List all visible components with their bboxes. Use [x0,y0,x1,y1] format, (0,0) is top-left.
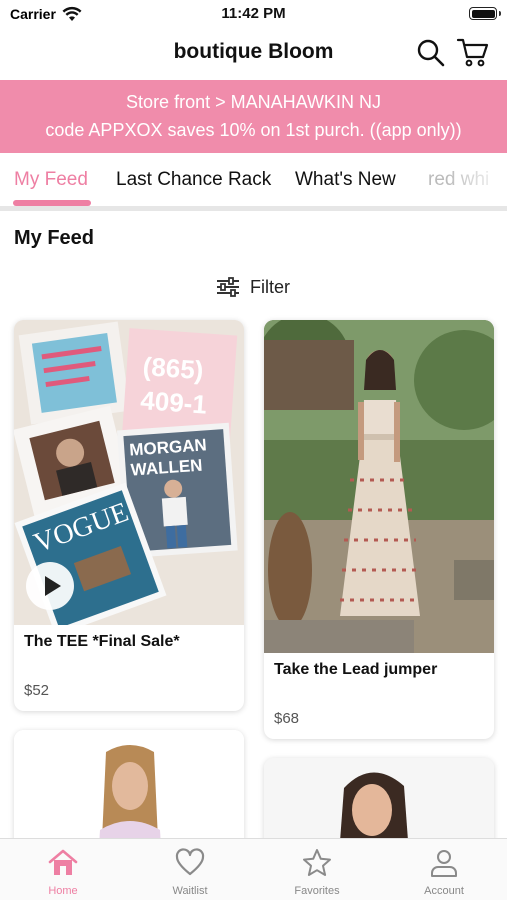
clock: 11:42 PM [221,5,286,22]
tab-my-feed[interactable]: My Feed [14,169,88,191]
bottom-tab-bar: Home Waitlist Favorites Account [0,838,507,900]
nav-home-label: Home [48,885,78,897]
status-bar: Carrier 11:42 PM [0,0,507,30]
banner-store-line: Store front > MANAHAWKIN NJ [126,92,381,112]
tabs-fade-overlay [447,153,507,206]
tab-whats-new[interactable]: What's New [295,169,396,191]
search-icon[interactable] [416,38,446,68]
shirt-text-phone: (865) [142,351,205,385]
app-header: boutique Bloom [0,30,507,78]
nav-home[interactable]: Home [0,839,126,900]
account-icon [431,850,457,877]
product-card[interactable]: Take the Lead jumper $68 [264,320,494,739]
jumpsuit-photo [264,320,494,653]
sliders-icon [217,277,239,297]
product-price: $68 [274,710,300,727]
product-price: $52 [24,682,50,699]
cart-icon[interactable] [456,36,490,68]
product-image: (865) 409-1 MORGAN WALLEN VOGUE [14,320,244,625]
banner-code-line: code APPXOX saves 10% on 1st purch. ((ap… [45,120,462,140]
heart-icon [175,848,205,876]
nav-waitlist[interactable]: Waitlist [127,839,253,900]
promo-banner[interactable]: Store front > MANAHAWKIN NJ code APPXOX … [0,80,507,153]
category-tabs: My Feed Last Chance Rack What's New red … [0,153,507,211]
nav-account-label: Account [424,885,464,897]
nav-waitlist-label: Waitlist [172,885,208,897]
tab-last-chance-rack[interactable]: Last Chance Rack [116,169,271,191]
video-play-icon[interactable] [26,562,74,610]
active-tab-indicator [13,200,91,206]
filter-button[interactable]: Filter [216,274,290,300]
product-name: The TEE *Final Sale* [24,633,180,650]
product-image [264,320,494,653]
nav-account[interactable]: Account [381,839,507,900]
nav-favorites-label: Favorites [294,885,340,897]
product-card[interactable]: (865) 409-1 MORGAN WALLEN VOGUE The TEE … [14,320,244,711]
section-title: My Feed [14,227,95,249]
shirt-text-number: 409-1 [139,385,207,420]
battery-icon [469,7,501,20]
star-icon [303,849,331,876]
nav-favorites[interactable]: Favorites [254,839,380,900]
filter-label: Filter [250,276,290,297]
product-name: Take the Lead jumper [274,661,438,678]
home-icon [48,849,78,875]
